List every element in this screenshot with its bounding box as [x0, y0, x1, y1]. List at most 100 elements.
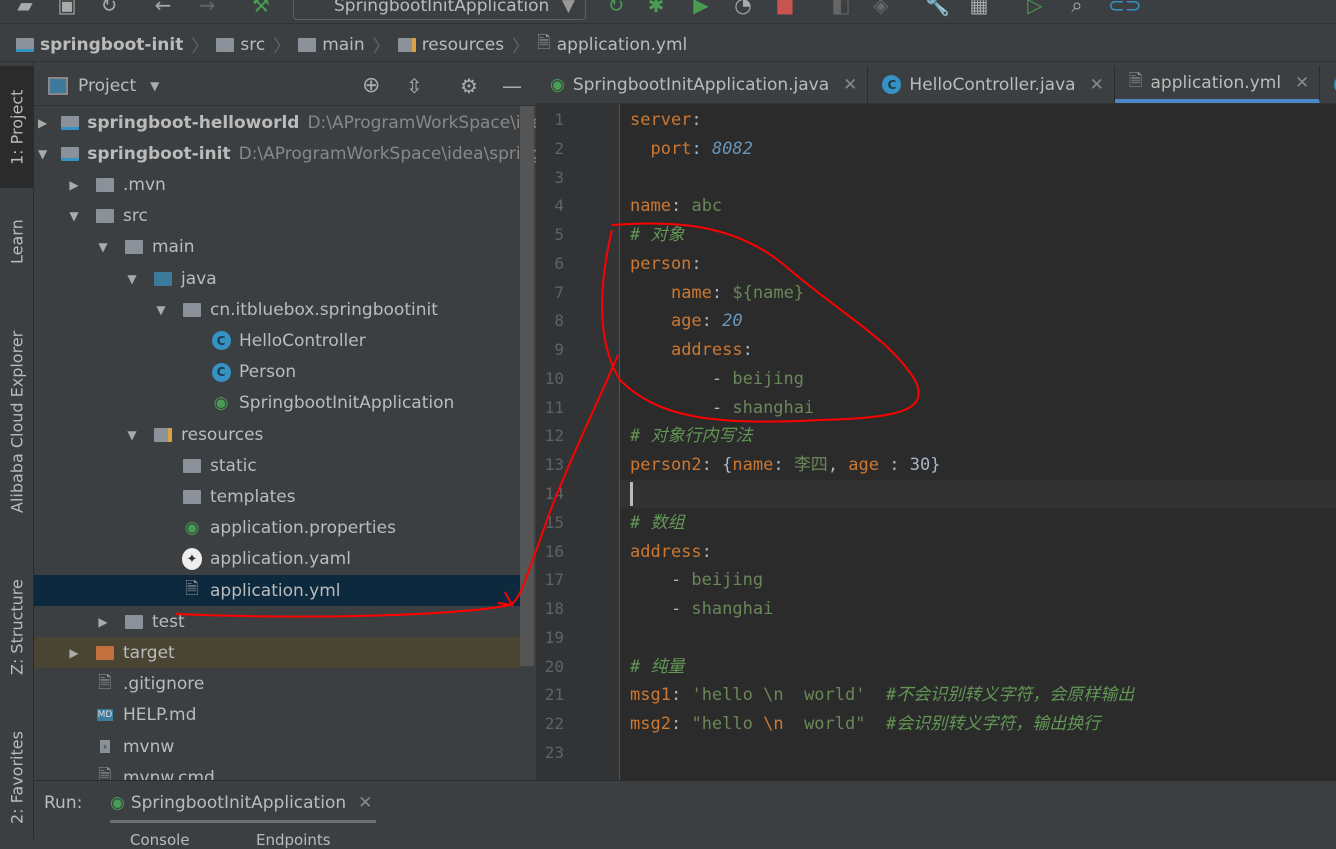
line-number: 4 [554, 196, 564, 216]
breadcrumb-resources[interactable]: resources [397, 35, 504, 55]
tree-item[interactable]: C HelloController [34, 325, 522, 356]
code-line: address:address: [630, 541, 712, 562]
endpoints-tab[interactable]: Endpoints [256, 831, 331, 849]
close-icon[interactable]: ✕ [358, 793, 372, 813]
tree-scrollbar[interactable] [520, 106, 534, 666]
tab-application-yml[interactable]: 🗎 application.yml ✕ [1114, 66, 1321, 103]
tree-item[interactable]: ▼ java [34, 263, 522, 294]
terminal-icon[interactable]: ▷ [1024, 0, 1046, 16]
line-number: 19 [544, 627, 564, 647]
tree-item-label: SpringbootInitApplication [239, 393, 455, 414]
run-tab[interactable]: ◉ SpringbootInitApplication ✕ [110, 785, 376, 823]
cloud-icon[interactable]: ⊂⊃ [1108, 0, 1142, 16]
close-icon[interactable]: ✕ [1090, 75, 1104, 95]
line-number: 13 [544, 455, 564, 475]
tree-item[interactable]: ▶ .mvn [34, 169, 522, 200]
expand-arrow-icon[interactable]: ▼ [96, 240, 110, 254]
tree-item[interactable]: ▼ cn.itbluebox.springbootinit [34, 294, 522, 325]
attach-icon[interactable]: ◧ [830, 0, 852, 16]
breadcrumb-project[interactable]: springboot-init [16, 35, 183, 55]
tree-item[interactable]: static [34, 450, 522, 481]
tree-item[interactable]: ▶ springboot-helloworld D:\AProgramWorkSpa… [34, 107, 536, 138]
tree-item[interactable]: C Person [34, 357, 522, 388]
back-icon[interactable]: ← [152, 0, 174, 16]
chevron-down-icon[interactable]: ▼ [150, 79, 159, 93]
debug-icon[interactable]: ✱ [645, 0, 667, 16]
code-editor[interactable]: 1 2 3 4 5 6 7 8 9 10 11 12 13 14 15 16 17 18 19 20 21 22 23 se… [536, 104, 1336, 780]
line-number: 20 [544, 656, 564, 676]
close-icon[interactable]: ✕ [843, 75, 857, 95]
stop-icon[interactable]: ■ [774, 0, 796, 16]
locate-icon[interactable]: ⊕ [362, 73, 380, 98]
line-number: 5 [554, 225, 564, 245]
sync-icon[interactable]: ↻ [98, 0, 120, 16]
save-icon[interactable]: ▣ [56, 0, 78, 16]
tree-item[interactable]: ▼ springboot-init D:\AProgramWorkSpace\ide… [34, 138, 536, 169]
code-line: # 纯量# 纯量 [630, 656, 685, 677]
project-view-select[interactable]: Project [78, 76, 136, 96]
tree-item[interactable]: templates [34, 481, 522, 512]
tree-item[interactable]: ◉ SpringbootInitApplication [34, 388, 522, 419]
file-icon: 🗎 [185, 579, 199, 599]
tree-item[interactable]: ▶ target [34, 637, 522, 669]
tree-item[interactable]: 🗎 .gitignore [34, 669, 522, 700]
tree-item[interactable]: ▶ test [34, 606, 522, 637]
console-tab[interactable]: Console [130, 831, 190, 849]
tree-item[interactable]: ◉ application.properties [34, 513, 522, 544]
tree-item[interactable]: MD HELP.md [34, 700, 522, 731]
tab-alibaba-cloud[interactable]: Alibaba Cloud Explorer [0, 312, 34, 532]
breadcrumb-src[interactable]: src [216, 35, 265, 55]
coverage-icon[interactable]: ▶ [690, 0, 712, 16]
editor-tabs: ◉ SpringbootInitApplication.java ✕ C HelloC… [536, 66, 1336, 104]
line-number: 16 [544, 541, 564, 561]
run-config-select[interactable]: SpringbootInitApplication ▼ [293, 0, 586, 20]
collapse-all-icon[interactable]: ⇳ [406, 74, 423, 98]
tree-item[interactable]: 🗎 application.yml [34, 575, 522, 606]
tree-item[interactable]: › mvnw [34, 731, 522, 762]
tree-item[interactable]: ▼ resources [34, 419, 522, 450]
settings-wrench-icon[interactable]: 🔧 [925, 0, 950, 16]
left-tool-strip: 1: Project Learn Alibaba Cloud Explorer … [0, 62, 34, 839]
minimize-icon[interactable]: — [502, 74, 522, 98]
expand-arrow-icon[interactable]: ▶ [67, 178, 81, 192]
open-icon[interactable]: ▰ [14, 0, 36, 16]
tab-hello-controller[interactable]: C HelloController.java ✕ [868, 66, 1115, 103]
gear-icon[interactable]: ⚙ [460, 74, 478, 98]
breadcrumb-file[interactable]: 🗎 application.yml [537, 30, 687, 59]
module-folder-icon [61, 145, 80, 163]
line-number: 10 [544, 368, 564, 388]
expand-arrow-icon[interactable]: ▶ [38, 116, 47, 130]
breadcrumb: springboot-init 〉 src 〉 main 〉 resources 〉 🗎… [0, 28, 1336, 62]
tab-project[interactable]: 1: Project [0, 66, 34, 188]
expand-arrow-icon[interactable]: ▼ [125, 272, 139, 286]
tree-item[interactable]: ▼ main [34, 232, 522, 263]
tree-item-label: templates [210, 486, 296, 507]
search-icon[interactable]: ⌕ [1066, 0, 1088, 16]
build-icon[interactable]: ⚒ [250, 0, 272, 16]
folder-icon [95, 207, 115, 225]
expand-arrow-icon[interactable]: ▼ [125, 428, 139, 442]
tab-favorites[interactable]: 2: Favorites [0, 718, 34, 838]
expand-arrow-icon[interactable]: ▼ [67, 209, 81, 223]
close-icon[interactable]: ✕ [1295, 73, 1309, 93]
run-icon[interactable]: ↻ [605, 0, 627, 16]
tree-item[interactable]: 🗎 mvnw.cmd [34, 762, 522, 780]
forward-icon[interactable]: → [196, 0, 218, 16]
expand-arrow-icon[interactable]: ▼ [154, 303, 168, 317]
tree-item-label: application.properties [210, 518, 396, 539]
expand-arrow-icon[interactable]: ▶ [96, 615, 110, 629]
structure-icon[interactable]: ▦ [968, 0, 990, 16]
tab-overflow[interactable]: C [1320, 66, 1336, 103]
tab-springboot-init-application[interactable]: ◉ SpringbootInitApplication.java ✕ [536, 66, 869, 103]
profile-icon[interactable]: ◔ [732, 0, 754, 16]
breadcrumb-main[interactable]: main [298, 35, 365, 55]
deploy-icon[interactable]: ◈ [870, 0, 892, 16]
tab-learn[interactable]: Learn [0, 202, 34, 282]
expand-arrow-icon[interactable]: ▼ [38, 147, 47, 161]
tree-item[interactable]: ▼ src [34, 201, 522, 232]
tab-structure[interactable]: Z: Structure [0, 562, 34, 692]
expand-arrow-icon[interactable]: ▶ [67, 646, 81, 660]
tree-item-label: test [152, 611, 185, 632]
spring-run-icon: ◉ [110, 792, 125, 813]
tree-item[interactable]: ✦ application.yaml [34, 544, 522, 575]
